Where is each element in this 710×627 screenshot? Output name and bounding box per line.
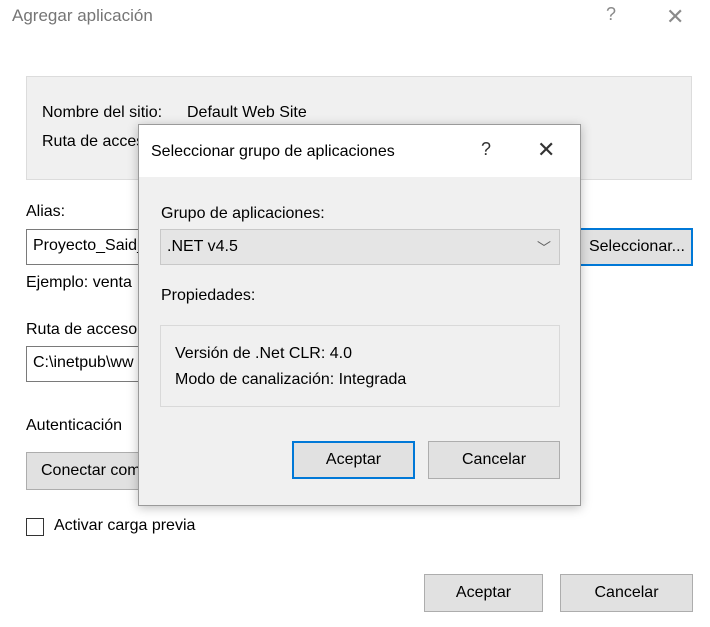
app-pool-value: .NET v4.5 [167,238,238,255]
dialog-cancel-button[interactable]: Cancelar [428,441,560,479]
preload-label: Activar carga previa [54,517,196,534]
window-title: Agregar aplicación [12,6,153,25]
app-pool-label: Grupo de aplicaciones: [161,205,325,222]
site-name-value: Default Web Site [187,104,307,121]
authentication-label: Autenticación [26,417,123,434]
cancel-button[interactable]: Cancelar [560,574,693,612]
physical-path-label: Ruta de acceso [26,321,138,338]
site-name-label: Nombre del sitio: [42,104,163,121]
ok-button[interactable]: Aceptar [424,574,543,612]
preload-checkbox[interactable] [26,518,44,536]
connect-as-button[interactable]: Conectar com [26,452,156,490]
dialog-help-icon[interactable]: ? [481,139,491,160]
close-icon[interactable]: ✕ [666,4,684,30]
clr-version-text: Versión de .Net CLR: 4.0 [175,345,352,362]
app-pool-select[interactable]: .NET v4.5 ﹀ [160,229,560,265]
pipeline-mode-text: Modo de canalización: Integrada [175,371,407,388]
dialog-ok-button[interactable]: Aceptar [292,441,415,479]
alias-input[interactable]: Proyecto_Said_ [26,229,156,265]
properties-panel: Versión de .Net CLR: 4.0 Modo de canaliz… [160,325,560,407]
dialog-titlebar: Seleccionar grupo de aplicaciones ? ✕ [139,125,580,177]
dialog-close-icon[interactable]: ✕ [537,137,555,163]
chevron-down-icon: ﹀ [537,240,551,256]
add-application-window: Agregar aplicación ? ✕ Nombre del sitio:… [0,0,710,627]
select-app-pool-dialog: Seleccionar grupo de aplicaciones ? ✕ Gr… [138,124,581,506]
dialog-title: Seleccionar grupo de aplicaciones [151,143,395,160]
site-path-label: Ruta de acces [42,133,145,150]
properties-label: Propiedades: [161,287,256,304]
help-icon[interactable]: ? [606,4,616,25]
physical-path-input[interactable]: C:\inetpub\ww [26,346,156,382]
alias-example-label: Ejemplo: venta [26,274,132,291]
alias-label: Alias: [26,203,66,220]
